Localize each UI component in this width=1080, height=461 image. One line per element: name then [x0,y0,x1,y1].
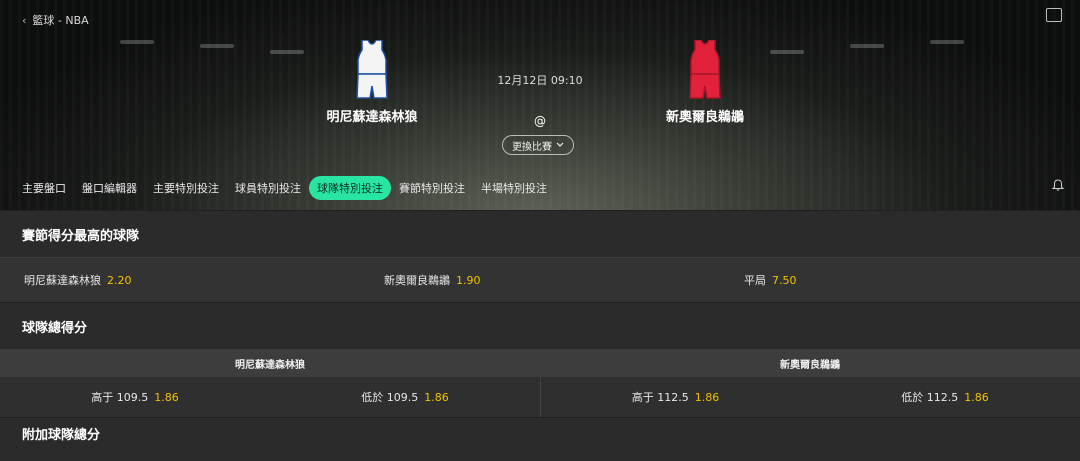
home-team-name: 明尼蘇達森林狼 [326,110,418,125]
tab-bet-builder[interactable]: 盤口編輯器 [74,176,145,200]
odds-option-away[interactable]: 新奧爾良鵜鶘 1.90 [360,272,720,288]
away-team: 新奧爾良鵜鶘 [635,40,775,125]
tab-main-specials[interactable]: 主要特別投注 [145,176,227,200]
tab-player-specials[interactable]: 球員特別投注 [227,176,309,200]
odds-option-away-over[interactable]: 高于 112.5 1.86 [540,377,810,417]
at-symbol: @ [534,114,546,128]
section-title-alt-total[interactable]: 附加球隊總分 [0,417,1080,461]
stadium-light [270,50,304,54]
switch-match-button[interactable]: 更換比賽 [502,135,574,155]
stadium-light [930,40,964,44]
chevron-down-icon [556,142,564,147]
stadium-light [120,40,154,44]
stadium-light [770,50,804,54]
odds-option-home-under[interactable]: 低於 109.5 1.86 [270,377,540,417]
team-total-header: 明尼蘇達森林狼 新奧爾良鵜鶘 [0,349,1080,377]
away-team-name: 新奧爾良鵜鶘 [665,110,744,125]
match-header: ‹ 籃球 - NBA 明尼蘇達森林狼 12月12日 09:10 @ 新奧爾良鵜鶘 … [0,0,1080,210]
switch-match-label: 更換比賽 [512,141,552,153]
home-jersey-icon [356,40,388,99]
match-info: 12月12日 09:10 @ [480,72,600,128]
odds-option-away-under[interactable]: 低於 112.5 1.86 [810,377,1080,417]
section-title-top-quarter[interactable]: 賽節得分最高的球隊 [0,210,1080,257]
away-jersey-icon [689,40,721,99]
stadium-light [850,44,884,48]
bell-icon[interactable] [1052,179,1064,191]
tab-main-markets[interactable]: 主要盤口 [14,176,74,200]
tab-team-specials[interactable]: 球隊特別投注 [309,176,391,200]
team-total-home-header: 明尼蘇達森林狼 [235,359,305,371]
breadcrumb[interactable]: ‹ 籃球 - NBA [22,12,89,28]
tab-quarter-specials[interactable]: 賽節特別投注 [391,176,473,200]
team-total-away-header: 新奧爾良鵜鶘 [780,359,840,371]
market-tabs: 主要盤口 盤口編輯器 主要特別投注 球員特別投注 球隊特別投注 賽節特別投注 半… [14,176,555,200]
odds-option-draw[interactable]: 平局 7.50 [720,272,1080,288]
chevron-left-icon: ‹ [22,14,27,27]
section-title-team-total[interactable]: 球隊總得分 [0,302,1080,349]
stadium-light [200,44,234,48]
odds-row: 明尼蘇達森林狼 2.20 新奧爾良鵜鶘 1.90 平局 7.50 [0,257,1080,302]
match-time: 12月12日 09:10 [497,74,583,87]
odds-option-home[interactable]: 明尼蘇達森林狼 2.20 [0,272,360,288]
home-team: 明尼蘇達森林狼 [302,40,442,125]
team-total-row: 高于 109.5 1.86 低於 109.5 1.86 高于 112.5 1.86 低… [0,377,1080,417]
odds-option-home-over[interactable]: 高于 109.5 1.86 [0,377,270,417]
stats-icon[interactable] [1046,8,1062,22]
tab-half-specials[interactable]: 半場特別投注 [473,176,555,200]
